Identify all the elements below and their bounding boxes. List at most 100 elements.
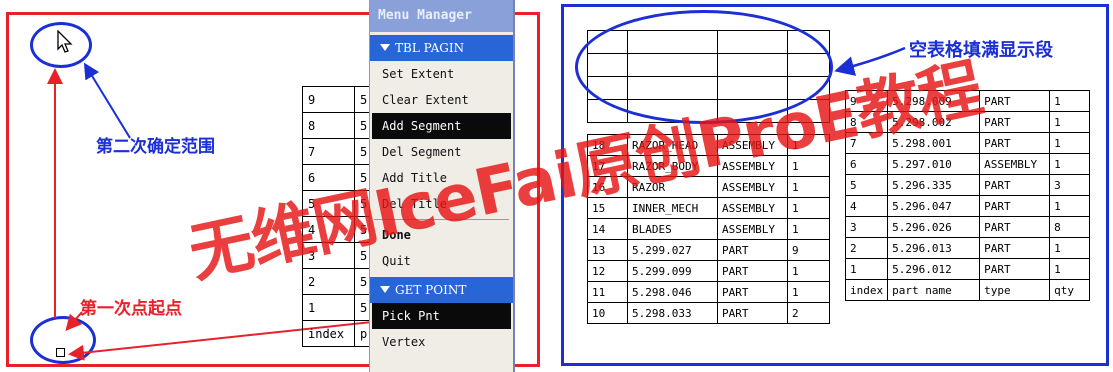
table-row: 15 INNER_MECH ASSEMBLY 1 xyxy=(587,197,830,219)
table-cell: 1 xyxy=(787,218,830,240)
table-cell: 3 xyxy=(302,242,355,269)
table-cell: 9 xyxy=(844,90,889,112)
table-cell: PART xyxy=(717,239,788,261)
table-cell: 5.296.026 xyxy=(887,216,981,238)
menu-item-done[interactable]: Done xyxy=(372,222,511,248)
menu-item-add-title[interactable]: Add Title xyxy=(372,165,511,191)
table-cell: 5.296.012 xyxy=(887,258,981,280)
table-cell: PART xyxy=(979,216,1051,238)
bom-table-right: 9 5.298.009 PART 1 8 5.298.002 PART 1 7 5.298.001… xyxy=(844,90,1091,301)
table-cell: 9 xyxy=(302,86,355,113)
table-cell: index xyxy=(302,320,355,347)
table-cell: INNER_MECH xyxy=(627,197,718,219)
table-row: 75 xyxy=(302,138,377,165)
table-cell: 13 xyxy=(587,239,628,261)
table-cell: 1 xyxy=(1049,90,1091,112)
table-cell: RAZOR_BODY xyxy=(627,155,718,177)
table-row: 95 xyxy=(302,86,377,113)
table-cell: 9 xyxy=(787,239,830,261)
table-cell: 1 xyxy=(787,197,830,219)
second-range-label: 第二次确定范围 xyxy=(96,137,215,157)
table-cell: 4 xyxy=(844,195,889,217)
table-row: 6 5.297.010 ASSEMBLY 1 xyxy=(844,153,1091,175)
table-row: 17 RAZOR_BODY ASSEMBLY 1 xyxy=(587,155,830,177)
fill-display-label: 空表格填满显示段 xyxy=(909,40,1053,61)
table-cell: 1 xyxy=(787,260,830,282)
table-cell: 3 xyxy=(1049,174,1091,196)
menu-item-pick-pnt[interactable]: Pick Pnt xyxy=(372,303,511,329)
menu-item-quit[interactable]: Quit xyxy=(372,248,511,274)
table-cell: 17 xyxy=(587,155,628,177)
table-cell: 1 xyxy=(787,281,830,303)
table-row: 25 xyxy=(302,268,377,295)
menu-item-clear-extent[interactable]: Clear Extent xyxy=(372,87,511,113)
table-row: 5 5.296.335 PART 3 xyxy=(844,174,1091,196)
table-cell: index xyxy=(844,279,889,301)
table-row: 15 xyxy=(302,294,377,321)
table-cell: 15 xyxy=(587,197,628,219)
first-start-label: 第一次点起点 xyxy=(80,299,182,319)
collapse-triangle-icon xyxy=(380,286,390,293)
collapse-triangle-icon xyxy=(380,44,390,51)
table-cell: 2 xyxy=(844,237,889,259)
table-cell: 5.298.002 xyxy=(887,111,981,133)
table-cell: 12 xyxy=(587,260,628,282)
table-cell: PART xyxy=(979,132,1051,154)
table-row: 1 5.296.012 PART 1 xyxy=(844,258,1091,280)
table-cell: 1 xyxy=(302,294,355,321)
table-row: 85 xyxy=(302,112,377,139)
menu-item-add-segment[interactable]: Add Segment xyxy=(372,113,511,139)
menu-item-del-title[interactable]: Del Title xyxy=(372,191,511,217)
menu-group-tbl-pagin[interactable]: TBL PAGIN xyxy=(370,35,513,61)
table-cell: 16 xyxy=(587,176,628,198)
table-cell: ASSEMBLY xyxy=(717,197,788,219)
table-cell: type xyxy=(979,279,1051,301)
table-cell: 18 xyxy=(587,134,628,156)
table-cell: RAZOR_HEAD xyxy=(627,134,718,156)
table-row: 45 xyxy=(302,216,377,243)
table-cell: PART xyxy=(979,258,1051,280)
table-cell: PART xyxy=(717,281,788,303)
table-row: index part name type qty xyxy=(844,279,1091,301)
menu-item-set-extent[interactable]: Set Extent xyxy=(372,61,511,87)
table-cell: 5.297.010 xyxy=(887,153,981,175)
table-cell: 5.299.027 xyxy=(627,239,718,261)
table-row: 16 RAZOR ASSEMBLY 1 xyxy=(587,176,830,198)
table-cell: 6 xyxy=(302,164,355,191)
table-cell: 8 xyxy=(844,111,889,133)
table-row: 11 5.298.046 PART 1 xyxy=(587,281,830,303)
left-table: 9 5 8 5 7 5 6 5 5 5 4 5 3 5 2 5 1 5 index p xyxy=(302,86,377,347)
table-row: 14 BLADES ASSEMBLY 1 xyxy=(587,218,830,240)
table-cell: 1 xyxy=(787,176,830,198)
table-cell: qty xyxy=(1049,279,1091,301)
table-cell: ASSEMBLY xyxy=(717,176,788,198)
table-cell: 3 xyxy=(844,216,889,238)
table-cell: ASSEMBLY xyxy=(717,218,788,240)
table-cell: 2 xyxy=(787,302,830,324)
table-cell: 10 xyxy=(587,302,628,324)
table-cell: 11 xyxy=(587,281,628,303)
table-cell: PART xyxy=(979,237,1051,259)
menu-item-vertex[interactable]: Vertex xyxy=(372,329,511,355)
table-cell: 1 xyxy=(787,134,830,156)
right-screenshot-panel: 空表格填满显示段 18 RAZOR_HEAD ASSEMBLY 1 17 RAZOR_BO… xyxy=(557,0,1113,372)
table-row: 4 5.296.047 PART 1 xyxy=(844,195,1091,217)
table-cell: PART xyxy=(979,111,1051,133)
table-cell: 5.298.046 xyxy=(627,281,718,303)
menu-item-del-segment[interactable]: Del Segment xyxy=(372,139,511,165)
table-cell: PART xyxy=(979,195,1051,217)
menu-group-label: TBL PAGIN xyxy=(395,41,465,55)
table-cell: PART xyxy=(717,302,788,324)
menu-group-get-point[interactable]: GET POINT xyxy=(370,277,513,303)
table-row: 35 xyxy=(302,242,377,269)
left-screenshot-panel: 第二次确定范围 第一次点起点 9 5 8 5 7 5 6 5 5 5 4 5 3 5 2 5 1 5 index p … xyxy=(0,0,548,372)
table-cell: 5.296.013 xyxy=(887,237,981,259)
table-cell: 1 xyxy=(1049,132,1091,154)
table-cell: BLADES xyxy=(627,218,718,240)
table-row: 12 5.299.099 PART 1 xyxy=(587,260,830,282)
table-cell: 5.298.009 xyxy=(887,90,981,112)
table-cell: PART xyxy=(979,174,1051,196)
table-cell: 5.296.047 xyxy=(887,195,981,217)
table-cell: 1 xyxy=(1049,237,1091,259)
table-cell: PART xyxy=(979,90,1051,112)
